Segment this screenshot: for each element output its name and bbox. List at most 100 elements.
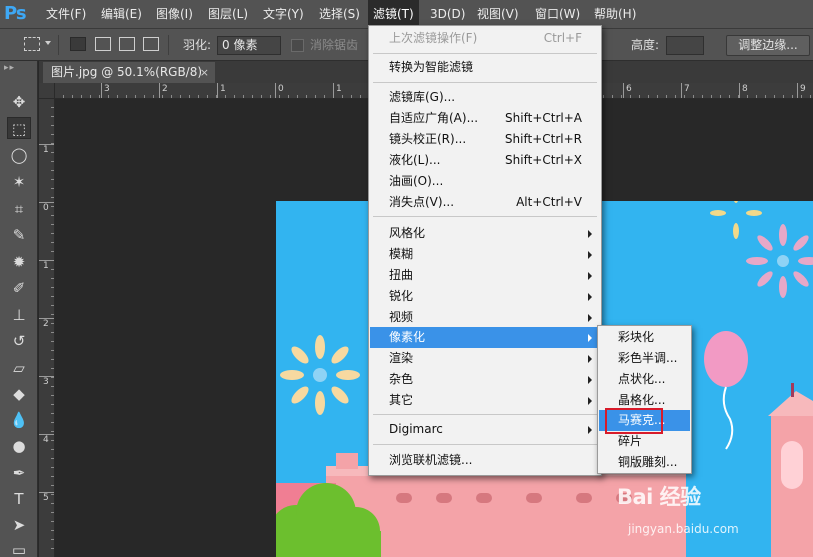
- filter-menu-item[interactable]: 滤镜库(G)...: [370, 87, 600, 108]
- chevron-down-icon[interactable]: [45, 41, 51, 45]
- ruler-label: 1: [220, 84, 226, 94]
- ruler-label: 0: [43, 203, 49, 213]
- menu-item-label: 浏览联机滤镜...: [389, 453, 473, 467]
- eraser-tool-icon[interactable]: ▱: [7, 357, 31, 379]
- filter-menu-item[interactable]: 油画(O)...: [370, 171, 600, 192]
- new-selection-icon[interactable]: [70, 37, 86, 51]
- menu-type[interactable]: 文字(Y): [258, 0, 309, 29]
- shortcut-label: Shift+Ctrl+X: [505, 153, 582, 167]
- filter-menu-item[interactable]: 杂色: [370, 369, 600, 390]
- magic-wand-tool-icon[interactable]: ✶: [7, 171, 31, 193]
- submenu-item[interactable]: 彩块化: [599, 327, 690, 348]
- menu-edit[interactable]: 编辑(E): [96, 0, 147, 29]
- menu-item-label: 风格化: [389, 226, 426, 240]
- path-select-tool-icon[interactable]: ➤: [7, 514, 31, 536]
- paint-bucket-tool-icon[interactable]: ◆: [7, 383, 31, 405]
- submenu-item[interactable]: 彩色半调...: [599, 348, 690, 369]
- shortcut-label: Shift+Ctrl+A: [505, 111, 582, 125]
- type-tool-icon[interactable]: T: [7, 488, 31, 510]
- filter-menu-item[interactable]: 视频: [370, 307, 600, 328]
- pixelate-submenu: 彩块化 彩色半调... 点状化... 晶格化... 马赛克... 碎片 铜版雕刻…: [597, 325, 692, 474]
- ruler-label: 3: [104, 84, 110, 94]
- intersect-selection-icon[interactable]: [143, 37, 159, 51]
- filter-menu-item[interactable]: 浏览联机滤镜...: [370, 450, 600, 471]
- submenu-arrow-icon: [588, 355, 592, 363]
- baidu-watermark-logo: Bai 经验: [617, 485, 701, 509]
- filter-menu-item[interactable]: Digimarc: [370, 419, 600, 440]
- menu-item-label: 自适应广角(A)...: [389, 111, 479, 125]
- height-input[interactable]: [666, 36, 704, 55]
- eyedropper-tool-icon[interactable]: ✎: [7, 224, 31, 246]
- close-icon[interactable]: ×: [200, 62, 209, 83]
- submenu-item[interactable]: 碎片: [599, 431, 690, 452]
- pen-tool-icon[interactable]: ✒: [7, 462, 31, 484]
- clone-stamp-tool-icon[interactable]: ⊥: [7, 304, 31, 326]
- filter-menu-item[interactable]: 渲染: [370, 348, 600, 369]
- feather-input[interactable]: 0 像素: [217, 36, 281, 55]
- ruler-label: 4: [43, 435, 49, 445]
- ruler-label: 2: [43, 319, 49, 329]
- crop-tool-icon[interactable]: ⌗: [7, 198, 31, 220]
- menu-item-label: 转换为智能滤镜: [389, 60, 474, 74]
- filter-menu-item[interactable]: 其它: [370, 390, 600, 411]
- firework-top: [710, 201, 762, 239]
- filter-menu-item[interactable]: 扭曲: [370, 265, 600, 286]
- filter-menu-item[interactable]: 自适应广角(A)... Shift+Ctrl+A: [370, 108, 600, 129]
- lasso-tool-icon[interactable]: ◯: [7, 144, 31, 166]
- ruler-tick: [739, 83, 740, 98]
- feather-label: 羽化:: [183, 38, 212, 52]
- submenu-item[interactable]: 点状化...: [599, 369, 690, 390]
- ruler-label: 8: [742, 84, 748, 94]
- panel-grip-icon[interactable]: ▸▸: [4, 64, 34, 73]
- menu-layer[interactable]: 图层(L): [203, 0, 253, 29]
- menu-file[interactable]: 文件(F): [41, 0, 91, 29]
- menu-select[interactable]: 选择(S): [314, 0, 365, 29]
- filter-menu-item[interactable]: 液化(L)... Shift+Ctrl+X: [370, 150, 600, 171]
- ruler-origin[interactable]: [39, 83, 55, 99]
- ruler-tick: [101, 83, 102, 98]
- filter-menu-item[interactable]: 锐化: [370, 286, 600, 307]
- menu-separator: [373, 444, 597, 445]
- filter-menu-item[interactable]: 上次滤镜操作(F) Ctrl+F: [370, 28, 600, 49]
- history-brush-tool-icon[interactable]: ↺: [7, 330, 31, 352]
- filter-menu-item-pixelate[interactable]: 像素化: [370, 327, 600, 348]
- menu-image[interactable]: 图像(I): [151, 0, 198, 29]
- ruler-tick: [797, 83, 798, 98]
- divider: [168, 35, 169, 55]
- ruler-label: 6: [626, 84, 632, 94]
- antialias-checkbox[interactable]: [291, 39, 304, 52]
- menu-separator: [373, 82, 597, 83]
- document-tab-title: 图片.jpg @ 50.1%(RGB/8): [51, 65, 203, 79]
- submenu-item[interactable]: 晶格化...: [599, 390, 690, 411]
- menu-item-label: 其它: [389, 393, 414, 407]
- document-tab[interactable]: 图片.jpg @ 50.1%(RGB/8) ×: [43, 62, 215, 83]
- filter-menu-item[interactable]: 转换为智能滤镜: [370, 57, 600, 78]
- refine-edge-button[interactable]: 调整边缘...: [726, 35, 810, 56]
- submenu-item-mosaic[interactable]: 马赛克...: [599, 410, 690, 431]
- marquee-preset-icon[interactable]: [24, 37, 40, 51]
- rect-marquee-tool-icon[interactable]: ⬚: [7, 117, 31, 139]
- shortcut-label: Ctrl+F: [543, 31, 582, 45]
- dodge-tool-icon[interactable]: ●: [7, 435, 31, 457]
- menu-item-label: 上次滤镜操作(F): [389, 31, 478, 45]
- brush-tool-icon[interactable]: ✐: [7, 277, 31, 299]
- ruler-label: 7: [684, 84, 690, 94]
- menu-item-label: 锐化: [389, 289, 414, 303]
- ruler-tick: [159, 83, 160, 98]
- ruler-label: 2: [162, 84, 168, 94]
- filter-menu-item[interactable]: 消失点(V)... Alt+Ctrl+V: [370, 192, 600, 213]
- filter-menu-item[interactable]: 模糊: [370, 244, 600, 265]
- add-selection-icon[interactable]: [95, 37, 111, 51]
- vertical-ruler[interactable]: 1 0 1 2 3 4 5: [39, 99, 55, 557]
- shortcut-label: Alt+Ctrl+V: [516, 195, 582, 209]
- firework-left: [280, 335, 360, 415]
- subtract-selection-icon[interactable]: [119, 37, 135, 51]
- filter-menu-item[interactable]: 镜头校正(R)... Shift+Ctrl+R: [370, 129, 600, 150]
- filter-menu-item[interactable]: 风格化: [370, 223, 600, 244]
- blur-tool-icon[interactable]: 💧: [7, 409, 31, 431]
- shape-tool-icon[interactable]: ▭: [7, 539, 31, 557]
- ruler-label: 0: [278, 84, 284, 94]
- healing-brush-tool-icon[interactable]: ✹: [7, 251, 31, 273]
- move-tool-icon[interactable]: ✥: [7, 91, 31, 113]
- submenu-item[interactable]: 铜版雕刻...: [599, 452, 690, 473]
